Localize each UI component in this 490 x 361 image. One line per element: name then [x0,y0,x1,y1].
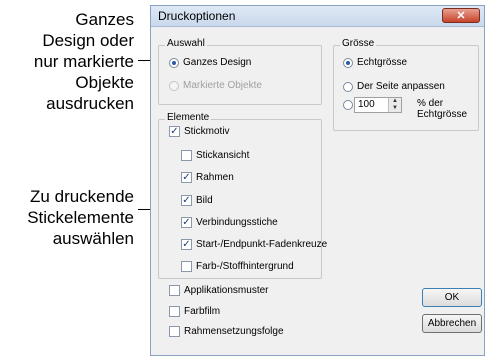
callout-line: Ganzes [75,10,134,29]
callout-line: Objekte [75,73,134,92]
checkbox-checked-icon: ✓ [181,239,192,250]
percent-stepper[interactable]: 100 ▲ ▼ [354,97,402,113]
percent-unit-label: % der Echtgrösse [417,98,467,120]
checkbox-bild[interactable]: ✓ Bild [181,195,213,206]
close-icon: ✕ [456,10,466,22]
dialog-title: Druckoptionen [158,9,236,23]
radio-selected-objects[interactable]: Markierte Objekte [169,80,262,91]
callout-line: Stickelemente [27,208,134,227]
radio-label: Der Seite anpassen [357,81,445,92]
callout-elements: Zu druckende Stickelemente auswählen [0,186,134,249]
callout-selection: Ganzes Design oder nur markierte Objekte… [0,9,134,114]
checkbox-rahmen[interactable]: ✓ Rahmen [181,172,234,183]
checkbox-verbindungsstiche[interactable]: ✓ Verbindungsstiche [181,217,278,228]
checkbox-label: Farbfilm [184,306,221,317]
percent-value: 100 [358,99,375,110]
checkbox-checked-icon: ✓ [169,126,180,137]
unit-line: % der [417,98,444,109]
checkbox-rahmensetzungsfolge[interactable]: Rahmensetzungsfolge [169,326,284,337]
checkbox-label: Applikationsmuster [184,285,269,296]
spin-arrows-icon[interactable]: ▲ ▼ [388,98,401,112]
checkbox-label: Stickansicht [196,150,250,161]
cancel-button[interactable]: Abbrechen [422,314,482,333]
checkbox-crosshairs[interactable]: ✓ Start-/Endpunkt-Fadenkreuze [181,239,327,250]
checkbox-background[interactable]: Farb-/Stoffhintergrund [181,261,294,272]
close-button[interactable]: ✕ [442,8,480,23]
checkbox-farbfilm[interactable]: Farbfilm [169,306,220,317]
radio-label: Echtgrösse [357,57,408,68]
radio-actual-size[interactable]: Echtgrösse [343,57,407,68]
checkbox-stickansicht[interactable]: Stickansicht [181,150,249,161]
radio-unselected-icon [343,81,353,92]
checkbox-empty-icon [181,150,192,161]
print-options-dialog: Druckoptionen ✕ Auswahl Ganzes Design Ma… [150,5,485,356]
callout-line: ausdrucken [46,94,134,113]
title-bar: Druckoptionen ✕ [151,6,484,27]
checkbox-empty-icon [169,326,180,337]
checkbox-stickmotiv[interactable]: ✓ Stickmotiv [169,126,230,137]
checkbox-checked-icon: ✓ [181,195,192,206]
elements-legend: Elemente [165,112,212,123]
radio-label: Ganzes Design [183,57,252,68]
radio-selected-icon [169,57,179,68]
checkbox-label: Verbindungsstiche [196,217,278,228]
checkbox-checked-icon: ✓ [181,172,192,183]
checkbox-applikationsmuster[interactable]: Applikationsmuster [169,285,268,296]
size-legend: Grösse [340,38,377,49]
checkbox-empty-icon [169,285,180,296]
unit-line: Echtgrösse [417,109,468,120]
callout-line: Design oder [42,31,134,50]
radio-disabled-icon [169,80,179,91]
radio-unselected-icon [343,100,353,110]
checkbox-checked-icon: ✓ [181,217,192,228]
callout-line: auswählen [52,229,134,248]
radio-whole-design[interactable]: Ganzes Design [169,57,251,68]
checkbox-label: Stickmotiv [184,126,230,137]
checkbox-label: Start-/Endpunkt-Fadenkreuze [196,239,328,250]
callout-line: nur markierte [33,52,134,71]
checkbox-label: Bild [196,195,213,206]
checkbox-label: Rahmen [196,172,234,183]
checkbox-label: Rahmensetzungsfolge [184,326,284,337]
checkbox-empty-icon [181,261,192,272]
callout-line: Zu druckende [30,187,134,206]
checkbox-label: Farb-/Stoffhintergrund [196,261,294,272]
checkbox-empty-icon [169,306,180,317]
selection-legend: Auswahl [165,38,207,49]
selection-group: Auswahl [158,38,322,105]
radio-fit-page[interactable]: Der Seite anpassen [343,81,445,92]
radio-selected-icon [343,57,353,68]
radio-label: Markierte Objekte [183,80,262,91]
ok-button[interactable]: OK [422,288,482,307]
